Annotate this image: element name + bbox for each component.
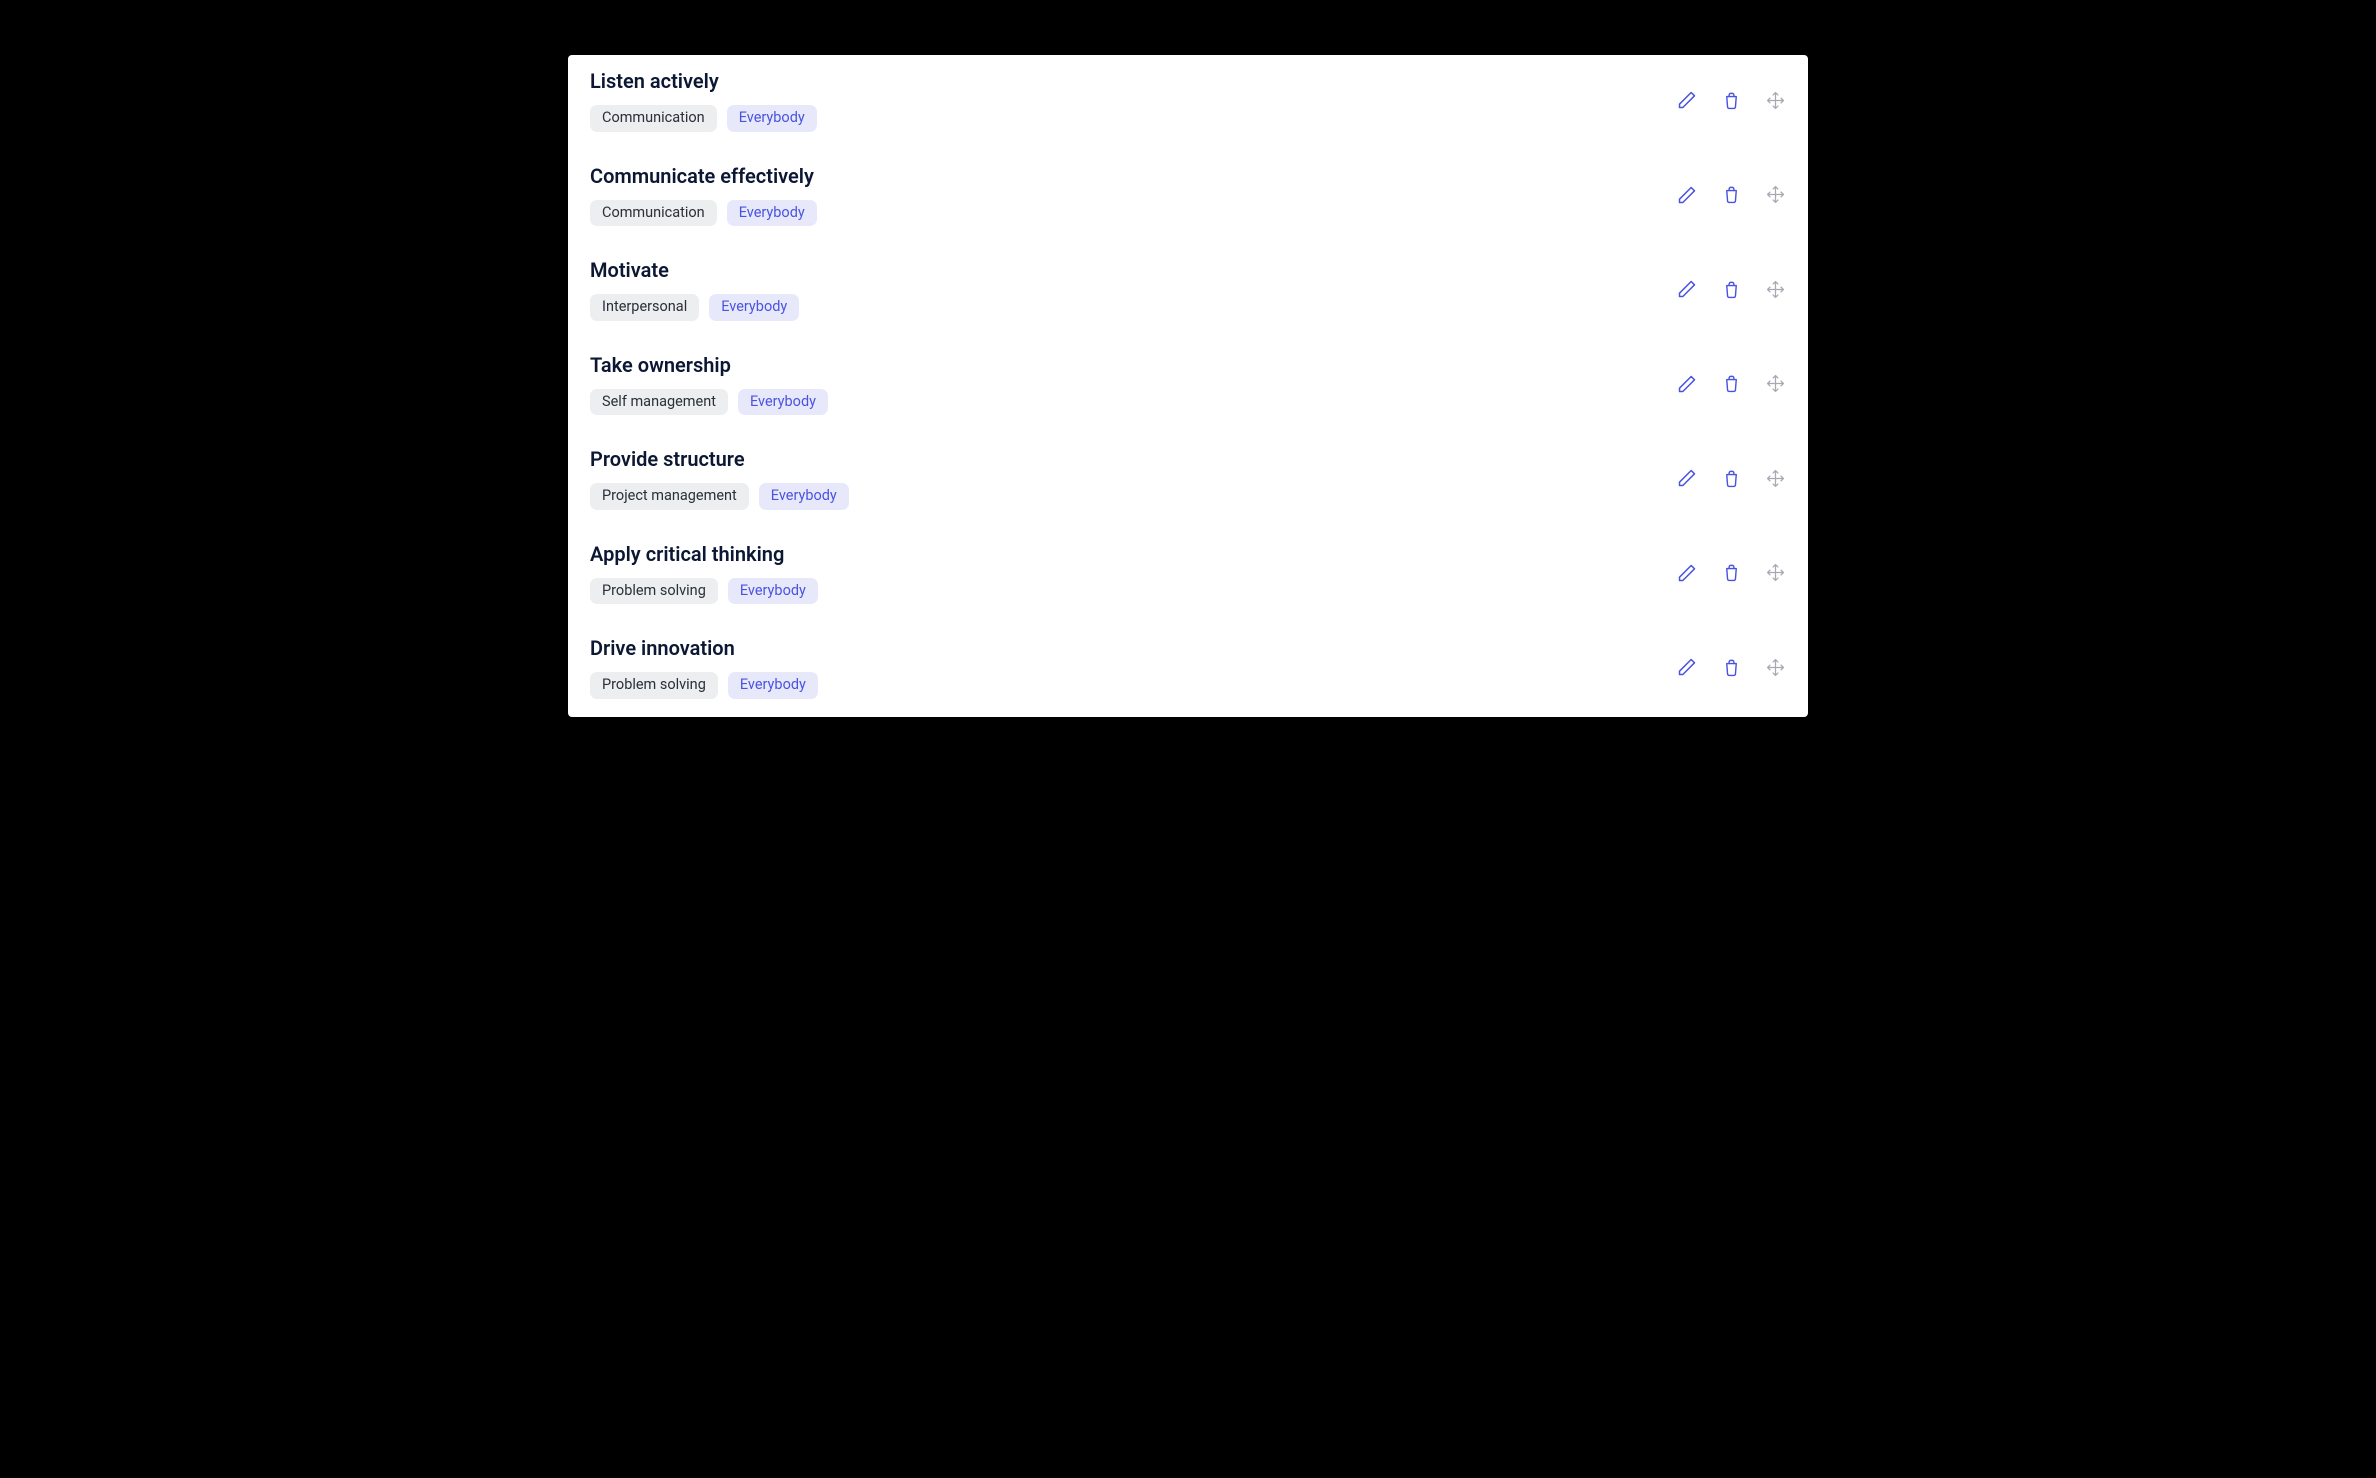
skill-title: Drive innovation [590,636,818,660]
skill-title: Provide structure [590,447,849,471]
skill-tags: Communication Everybody [590,105,817,132]
skill-actions [1676,562,1786,584]
skill-title: Apply critical thinking [590,542,818,566]
skill-item-left: Take ownership Self management Everybody [590,353,828,416]
skill-tags: Project management Everybody [590,483,849,510]
pencil-icon[interactable] [1676,467,1698,489]
skill-tags: Communication Everybody [590,200,817,227]
skill-actions [1676,467,1786,489]
pencil-icon[interactable] [1676,184,1698,206]
audience-tag: Everybody [728,578,818,605]
category-tag: Self management [590,389,728,416]
move-icon[interactable] [1764,562,1786,584]
audience-tag: Everybody [727,105,817,132]
audience-tag: Everybody [759,483,849,510]
skill-tags: Interpersonal Everybody [590,294,799,321]
skill-item: Listen actively Communication Everybody [568,55,1808,150]
skill-item: Provide structure Project management Eve… [568,433,1808,528]
skill-item-left: Communicate effectively Communication Ev… [590,164,817,227]
skill-item: Motivate Interpersonal Everybody [568,244,1808,339]
skill-actions [1676,89,1786,111]
skill-tags: Problem solving Everybody [590,578,818,605]
skill-item-left: Provide structure Project management Eve… [590,447,849,510]
skill-title: Motivate [590,258,799,282]
trash-icon[interactable] [1720,467,1742,489]
skill-tags: Problem solving Everybody [590,672,818,699]
skill-item-left: Apply critical thinking Problem solving … [590,542,818,605]
skill-title: Communicate effectively [590,164,817,188]
skill-item: Apply critical thinking Problem solving … [568,528,1808,623]
category-tag: Communication [590,200,717,227]
skill-actions [1676,656,1786,678]
move-icon[interactable] [1764,184,1786,206]
skill-actions [1676,184,1786,206]
category-tag: Communication [590,105,717,132]
skill-title: Take ownership [590,353,828,377]
move-icon[interactable] [1764,373,1786,395]
skill-actions [1676,278,1786,300]
trash-icon[interactable] [1720,89,1742,111]
pencil-icon[interactable] [1676,89,1698,111]
pencil-icon[interactable] [1676,656,1698,678]
audience-tag: Everybody [728,672,818,699]
skill-item: Take ownership Self management Everybody [568,339,1808,434]
audience-tag: Everybody [738,389,828,416]
move-icon[interactable] [1764,278,1786,300]
pencil-icon[interactable] [1676,562,1698,584]
trash-icon[interactable] [1720,656,1742,678]
skills-panel: Listen actively Communication Everybody … [568,55,1808,717]
audience-tag: Everybody [727,200,817,227]
trash-icon[interactable] [1720,562,1742,584]
trash-icon[interactable] [1720,278,1742,300]
category-tag: Interpersonal [590,294,699,321]
skill-item: Communicate effectively Communication Ev… [568,150,1808,245]
move-icon[interactable] [1764,89,1786,111]
trash-icon[interactable] [1720,184,1742,206]
pencil-icon[interactable] [1676,278,1698,300]
skill-item-left: Motivate Interpersonal Everybody [590,258,799,321]
skill-tags: Self management Everybody [590,389,828,416]
move-icon[interactable] [1764,467,1786,489]
skill-item-left: Drive innovation Problem solving Everybo… [590,636,818,699]
move-icon[interactable] [1764,656,1786,678]
category-tag: Project management [590,483,749,510]
skill-item-left: Listen actively Communication Everybody [590,69,817,132]
category-tag: Problem solving [590,578,718,605]
skill-actions [1676,373,1786,395]
category-tag: Problem solving [590,672,718,699]
trash-icon[interactable] [1720,373,1742,395]
skill-item: Drive innovation Problem solving Everybo… [568,622,1808,717]
pencil-icon[interactable] [1676,373,1698,395]
skill-title: Listen actively [590,69,817,93]
audience-tag: Everybody [709,294,799,321]
